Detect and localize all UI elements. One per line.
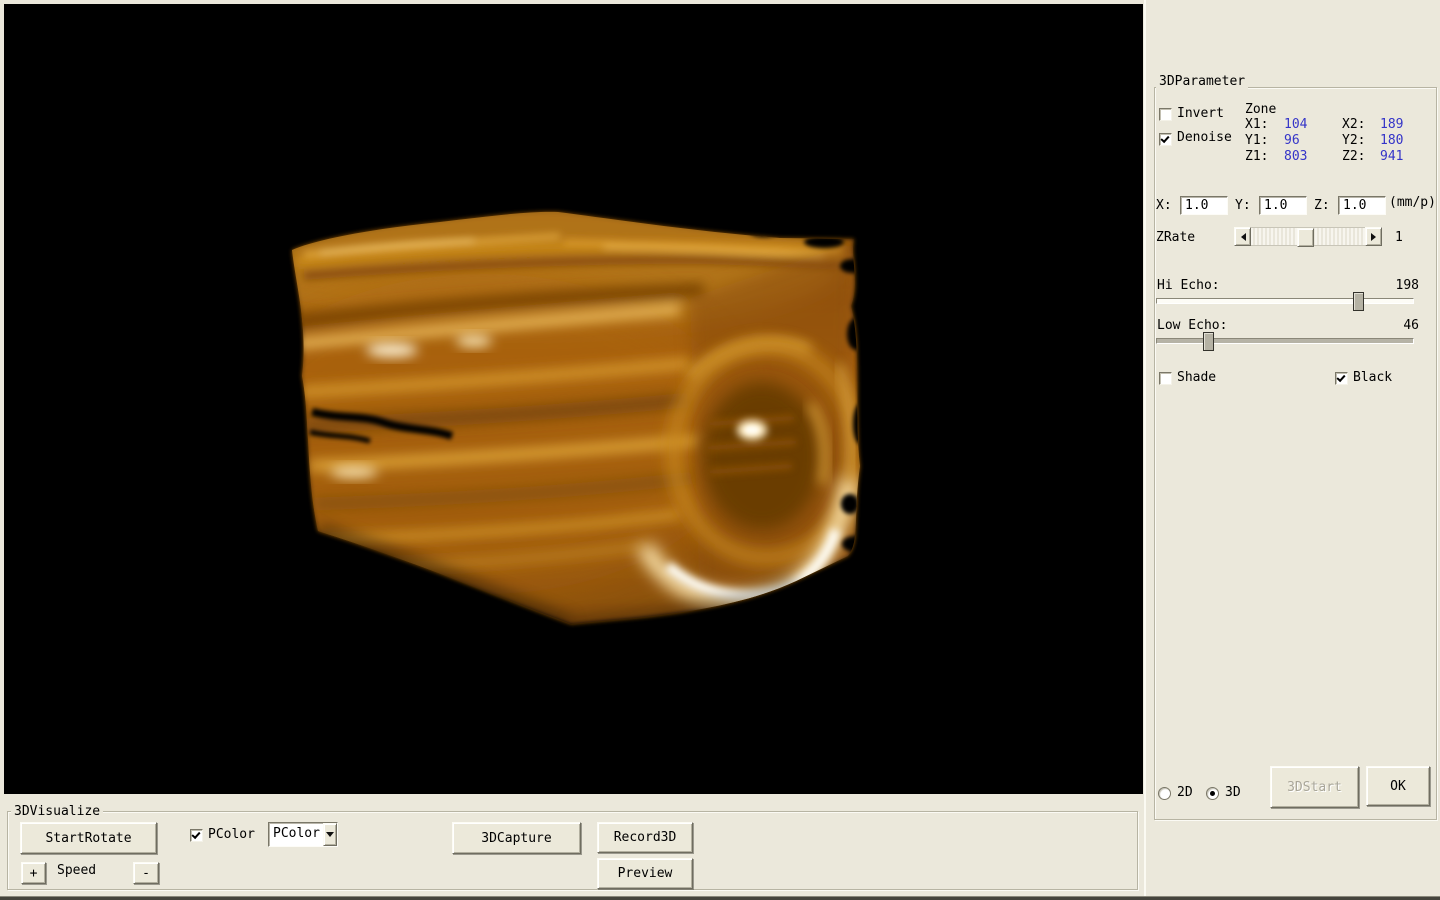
black-label: Black	[1353, 371, 1392, 385]
zrate-track[interactable]	[1251, 227, 1365, 246]
y-scale-label: Y:	[1235, 199, 1251, 213]
z-scale-label: Z:	[1314, 199, 1330, 213]
zone-z2-label: Z2:	[1342, 150, 1365, 164]
application-window: { "right_panel": { "group_title": "3DPar…	[0, 0, 1440, 900]
z-scale-input[interactable]: 1.0	[1338, 196, 1386, 215]
shade-checkbox[interactable]	[1159, 372, 1172, 385]
x-scale-label: X:	[1156, 199, 1172, 213]
denoise-label: Denoise	[1177, 131, 1232, 145]
zone-x1-value: 104	[1284, 118, 1307, 132]
zone-y1-label: Y1:	[1245, 134, 1268, 148]
hi-echo-value: 198	[1372, 279, 1419, 293]
zrate-right-arrow-icon[interactable]	[1365, 227, 1382, 246]
speed-plus-button[interactable]: +	[21, 862, 46, 884]
denoise-checkbox[interactable]	[1159, 133, 1172, 146]
zrate-thumb[interactable]	[1297, 228, 1314, 247]
hi-echo-slider-track[interactable]	[1156, 298, 1414, 304]
parameter-group-title: 3DParameter	[1156, 74, 1248, 89]
invert-checkbox[interactable]	[1159, 108, 1172, 121]
pcolor-label: PColor	[208, 828, 255, 842]
pcolor-checkbox[interactable]	[190, 829, 203, 842]
capture-button[interactable]: 3DCapture	[452, 822, 581, 854]
start3d-button[interactable]: 3DStart	[1270, 766, 1359, 808]
low-echo-slider-thumb[interactable]	[1203, 332, 1214, 351]
low-echo-value: 46	[1372, 319, 1419, 333]
mode-2d-radio[interactable]	[1158, 787, 1171, 800]
zone-title: Zone	[1245, 103, 1276, 117]
invert-label: Invert	[1177, 107, 1224, 121]
zone-z2-value: 941	[1380, 150, 1403, 164]
record3d-button[interactable]: Record3D	[597, 822, 693, 853]
low-echo-label: Low Echo:	[1157, 319, 1227, 333]
shade-label: Shade	[1177, 371, 1216, 385]
volume-render	[4, 4, 1143, 794]
zone-z1-label: Z1:	[1245, 150, 1268, 164]
render-viewport[interactable]	[4, 4, 1143, 794]
zone-y2-label: Y2:	[1342, 134, 1365, 148]
zone-z1-value: 803	[1284, 150, 1307, 164]
scale-unit-label: (mm/p)	[1389, 196, 1436, 210]
pcolor-dropdown-arrow-icon[interactable]	[323, 823, 337, 846]
x-scale-input[interactable]: 1.0	[1180, 196, 1228, 215]
speed-label: Speed	[57, 864, 96, 878]
mode-2d-label: 2D	[1177, 786, 1193, 800]
hi-echo-label: Hi Echo:	[1157, 279, 1220, 293]
zone-y2-value: 180	[1380, 134, 1403, 148]
zrate-value: 1	[1395, 231, 1403, 245]
speed-minus-button[interactable]: -	[133, 862, 159, 884]
zrate-left-arrow-icon[interactable]	[1234, 227, 1251, 246]
preview-button[interactable]: Preview	[597, 858, 693, 889]
start-rotate-button[interactable]: StartRotate	[20, 822, 157, 854]
ok-button[interactable]: OK	[1366, 766, 1430, 806]
y-scale-input[interactable]: 1.0	[1259, 196, 1307, 215]
zone-x2-value: 189	[1380, 118, 1403, 132]
visualize-group-title: 3DVisualize	[11, 804, 103, 819]
hi-echo-slider-thumb[interactable]	[1353, 292, 1364, 311]
black-checkbox[interactable]	[1335, 372, 1348, 385]
zrate-label: ZRate	[1156, 231, 1195, 245]
parameter-panel: 3DParameter Invert Denoise Zone X1: 104 …	[1144, 0, 1440, 900]
pcolor-dropdown[interactable]: PColor	[268, 822, 338, 847]
pcolor-dropdown-value: PColor	[269, 823, 323, 846]
zone-y1-value: 96	[1284, 134, 1300, 148]
low-echo-slider-track[interactable]	[1156, 338, 1414, 344]
visualize-panel: 3DVisualize StartRotate + Speed - PColor…	[0, 794, 1144, 900]
zone-x2-label: X2:	[1342, 118, 1365, 132]
zone-x1-label: X1:	[1245, 118, 1268, 132]
mode-3d-label: 3D	[1225, 786, 1241, 800]
zrate-scrollbar[interactable]	[1234, 227, 1382, 246]
mode-3d-radio[interactable]	[1206, 787, 1219, 800]
